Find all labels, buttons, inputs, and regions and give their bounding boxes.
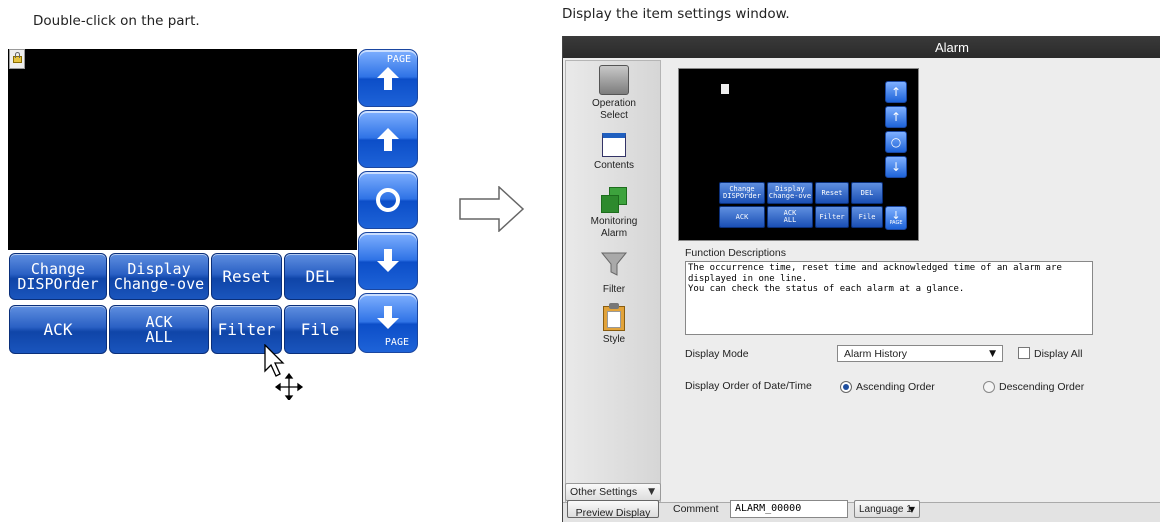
sidebar-item-label: Contents	[593, 160, 635, 171]
window-title: Alarm	[935, 40, 969, 55]
preview-file-button: File	[851, 206, 883, 228]
preview-screen: Change DISPOrder Display Change-ove Rese…	[678, 68, 919, 241]
sidebar-item-style[interactable]: Style	[566, 303, 662, 346]
display-change-over-button[interactable]: Display Change-ove	[109, 253, 209, 300]
other-settings-button[interactable]: Other Settings ▼	[565, 483, 661, 501]
preview-filter-button: Filter	[815, 206, 849, 228]
arrow-up-icon	[377, 67, 399, 90]
preview-del-button: DEL	[851, 182, 883, 204]
language-select[interactable]: Language 1 ▼	[854, 500, 920, 518]
preview-display-button: Display Change-ove	[767, 182, 813, 204]
chevron-down-icon: ▼	[908, 505, 915, 514]
page-down-button[interactable]: PAGE	[358, 293, 418, 353]
arrow-up-icon	[377, 128, 399, 151]
display-all-checkbox[interactable]	[1018, 347, 1030, 359]
other-settings-label: Other Settings	[570, 486, 638, 498]
chevron-down-icon: ▼	[989, 349, 996, 359]
preview-page-up-button: ↑	[885, 81, 907, 103]
settings-sidebar: Operation Select Contents Monitoring Ala…	[565, 60, 661, 504]
sidebar-item-label: Operation Select	[592, 98, 636, 121]
function-descriptions-box: The occurrence time, reset time and ackn…	[685, 261, 1093, 335]
alarm-settings-window: Alarm Operation Select Contents Monitori…	[562, 36, 1160, 522]
change-disp-order-button[interactable]: Change DISPOrder	[9, 253, 107, 300]
select-button[interactable]	[358, 171, 418, 229]
right-caption: Display the item settings window.	[562, 6, 790, 22]
display-mode-select[interactable]: Alarm History ▼	[837, 345, 1003, 362]
display-mode-value: Alarm History	[844, 348, 908, 360]
alarm-part-icon	[9, 49, 25, 69]
style-icon	[603, 303, 625, 331]
alarm-part-icon	[721, 84, 729, 94]
display-mode-label: Display Mode	[685, 348, 749, 360]
alarm-display-area[interactable]	[8, 49, 357, 250]
sidebar-item-monitoring-alarm[interactable]: Monitoring Alarm	[566, 187, 662, 239]
chevron-down-icon: ▼	[648, 487, 655, 497]
scroll-up-button[interactable]	[358, 110, 418, 168]
preview-page-down-button: ↓ PAGE	[885, 206, 907, 230]
window-title-bar: Alarm	[563, 36, 1160, 58]
preview-change-button: Change DISPOrder	[719, 182, 765, 204]
preview-display-label: Preview Display	[575, 507, 651, 519]
ack-all-button[interactable]: ACK ALL	[109, 305, 209, 354]
comment-field[interactable]: ALARM_00000	[730, 500, 848, 518]
comment-label: Comment	[673, 503, 719, 515]
operation-select-icon	[599, 65, 629, 95]
preview-select-button: ○	[885, 131, 907, 153]
function-descriptions-text: The occurrence time, reset time and ackn…	[688, 263, 1062, 294]
arrow-down-icon	[377, 249, 399, 272]
monitoring-alarm-icon	[601, 187, 627, 213]
circle-icon	[376, 188, 400, 212]
filter-icon	[600, 252, 628, 276]
sidebar-item-contents[interactable]: Contents	[566, 133, 662, 172]
sidebar-item-operation-select[interactable]: Operation Select	[566, 65, 662, 121]
preview-up-button: ↑	[885, 106, 907, 128]
contents-icon	[602, 133, 626, 157]
preview-down-button: ↓	[885, 156, 907, 178]
preview-reset-button: Reset	[815, 182, 849, 204]
scroll-down-button[interactable]	[358, 232, 418, 290]
sidebar-item-label: Filter	[602, 283, 626, 295]
preview-display-button[interactable]: Preview Display	[567, 500, 659, 519]
transition-arrow-icon	[459, 186, 525, 232]
sidebar-item-label: Style	[602, 334, 626, 345]
del-button[interactable]: DEL	[284, 253, 356, 300]
left-caption: Double-click on the part.	[33, 13, 200, 29]
descending-order-radio[interactable]	[983, 381, 995, 393]
comment-value: ALARM_00000	[735, 503, 802, 514]
display-all-label: Display All	[1034, 348, 1083, 360]
reset-button[interactable]: Reset	[211, 253, 282, 300]
preview-ack-button: ACK	[719, 206, 765, 228]
ack-button[interactable]: ACK	[9, 305, 107, 354]
page-up-button[interactable]: PAGE	[358, 49, 418, 107]
descending-order-label: Descending Order	[999, 381, 1085, 393]
page-down-label: PAGE	[384, 337, 409, 348]
page-up-label: PAGE	[386, 54, 411, 65]
preview-ack-all-button: ACK ALL	[767, 206, 813, 228]
language-value: Language 1	[859, 504, 912, 515]
arrow-down-icon	[377, 306, 399, 329]
sidebar-item-label: Monitoring Alarm	[590, 216, 638, 239]
ascending-order-radio[interactable]	[840, 381, 852, 393]
display-order-label: Display Order of Date/Time	[685, 380, 812, 392]
function-descriptions-label: Function Descriptions	[685, 247, 786, 259]
mouse-cursor-icon	[264, 344, 304, 400]
ascending-order-label: Ascending Order	[856, 381, 935, 393]
sidebar-item-filter[interactable]: Filter	[566, 251, 662, 295]
